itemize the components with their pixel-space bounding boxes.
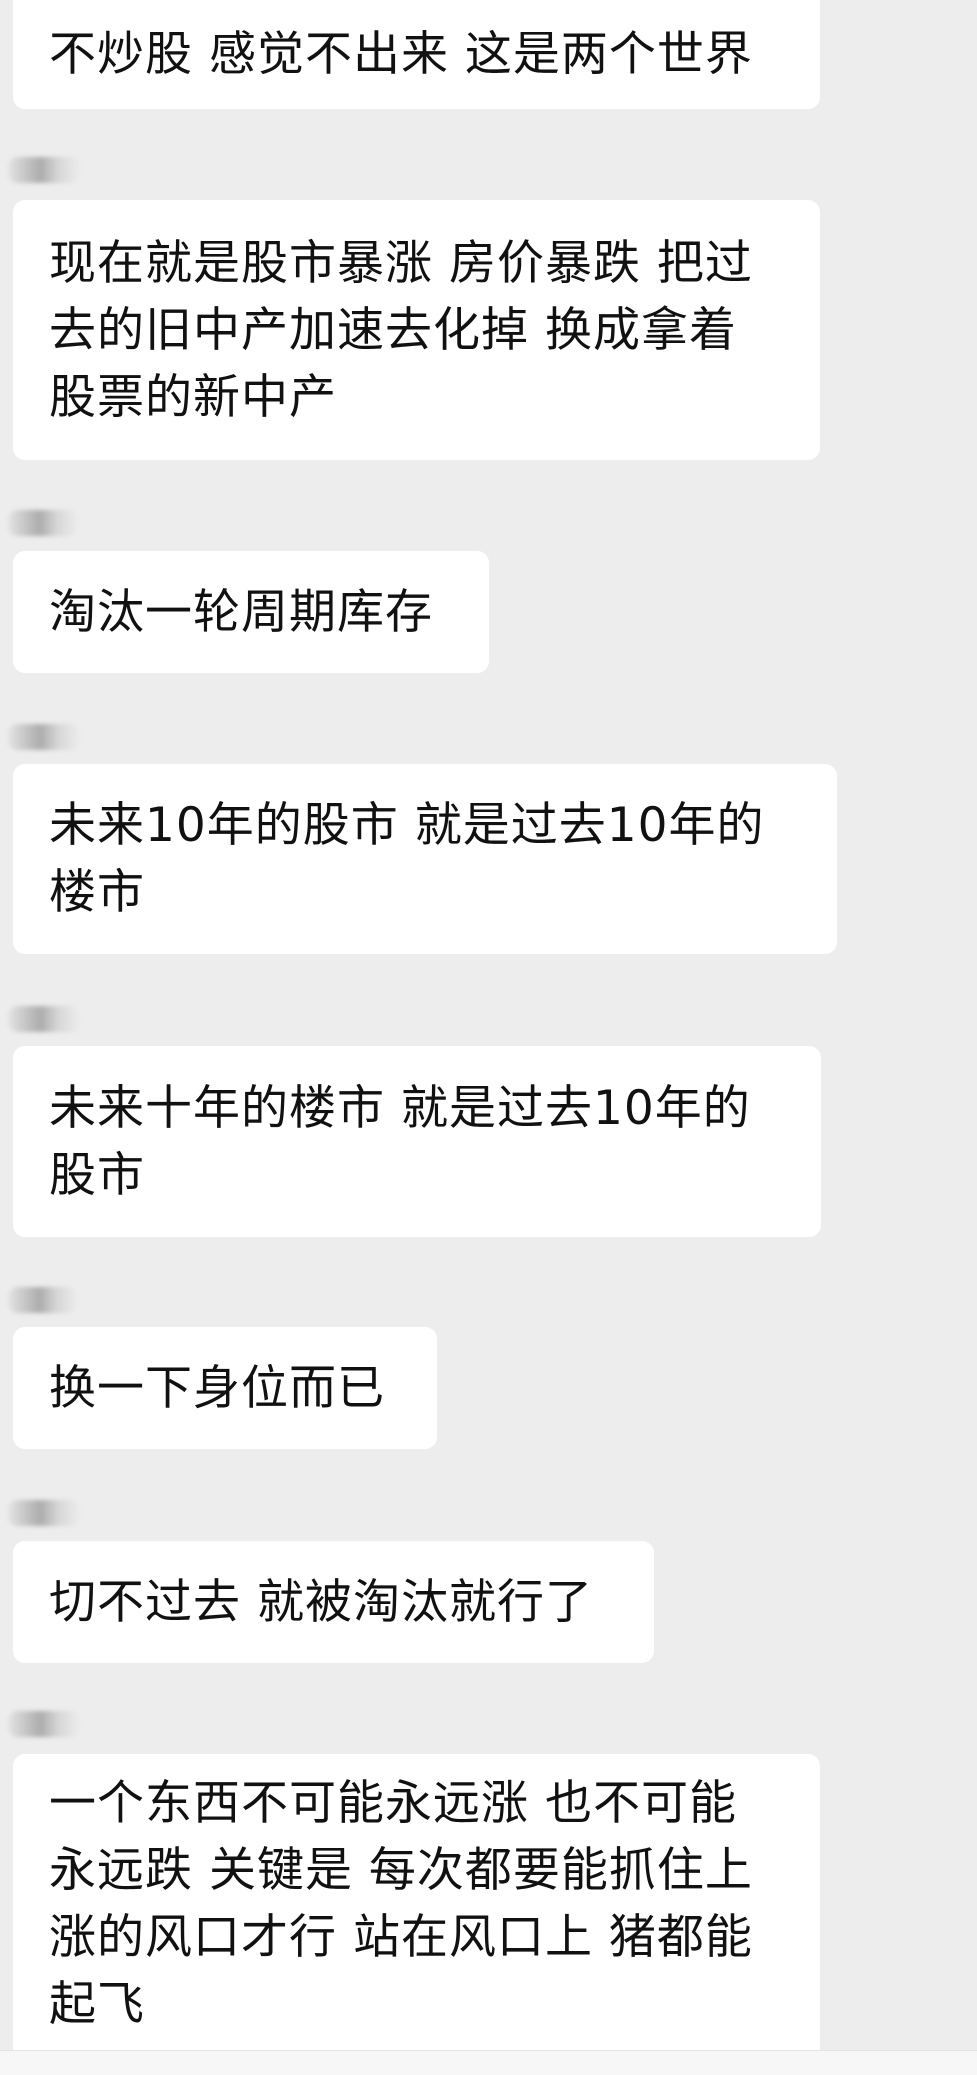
sender-name-blurred	[8, 157, 80, 183]
sender-name-blurred	[8, 1006, 80, 1032]
message-bubble-1[interactable]: 不炒股 感觉不出来 这是两个世界	[13, 0, 820, 109]
message-bubble-4[interactable]: 未来10年的股市 就是过去10年的 楼市	[13, 764, 837, 954]
message-bubble-6[interactable]: 换一下身位而已	[13, 1327, 437, 1449]
sender-name-blurred	[8, 1500, 80, 1526]
message-text-7: 切不过去 就被淘汰就行了	[49, 1574, 593, 1630]
message-bubble-3[interactable]: 淘汰一轮周期库存	[13, 551, 489, 673]
sender-name-blurred	[8, 510, 78, 536]
message-text-5: 未来十年的楼市 就是过去10年的 股市	[49, 1080, 751, 1203]
message-bubble-8[interactable]: 一个东西不可能永远涨 也不可能 永远跌 关键是 每次都要能抓住上 涨的风口才行 …	[13, 1754, 820, 2054]
sender-name-blurred	[8, 1287, 78, 1313]
message-text-2: 现在就是股市暴涨 房价暴跌 把过 去的旧中产加速去化掉 换成拿着 股票的新中产	[49, 235, 753, 425]
message-bubble-5[interactable]: 未来十年的楼市 就是过去10年的 股市	[13, 1046, 821, 1237]
message-text-3: 淘汰一轮周期库存	[49, 584, 433, 640]
sender-name-blurred	[8, 1711, 80, 1737]
message-text-8: 一个东西不可能永远涨 也不可能 永远跌 关键是 每次都要能抓住上 涨的风口才行 …	[49, 1776, 753, 2032]
message-text-6: 换一下身位而已	[49, 1360, 385, 1416]
message-text-1: 不炒股 感觉不出来 这是两个世界	[49, 27, 753, 82]
sender-name-blurred	[8, 724, 80, 750]
chat-message-list[interactable]: 不炒股 感觉不出来 这是两个世界 现在就是股市暴涨 房价暴跌 把过 去的旧中产加…	[0, 0, 977, 2075]
message-bubble-2[interactable]: 现在就是股市暴涨 房价暴跌 把过 去的旧中产加速去化掉 换成拿着 股票的新中产	[13, 200, 820, 460]
bottom-edge-bar	[0, 2050, 977, 2075]
message-bubble-7[interactable]: 切不过去 就被淘汰就行了	[13, 1541, 654, 1663]
message-text-4: 未来10年的股市 就是过去10年的 楼市	[49, 798, 765, 920]
